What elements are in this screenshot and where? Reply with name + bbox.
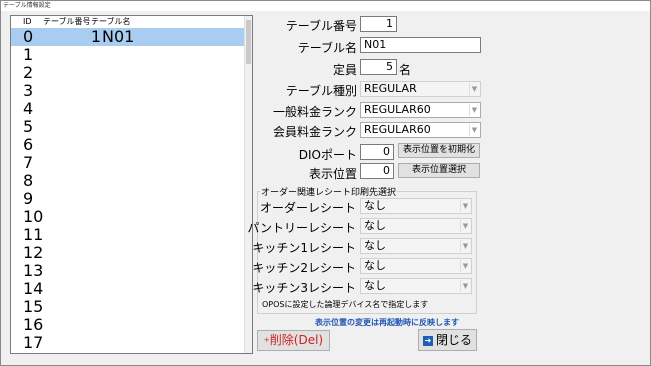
capacity-input[interactable]: 5 bbox=[360, 59, 397, 75]
row-id: 1 bbox=[23, 45, 34, 64]
row-id: 12 bbox=[23, 243, 44, 262]
receipt-printer-value: なし bbox=[364, 279, 386, 292]
select-position-button[interactable]: 表示位置選択 bbox=[398, 163, 480, 178]
chevron-down-icon: ▼ bbox=[460, 260, 470, 272]
table-type-label: テーブル種別 bbox=[285, 84, 357, 98]
table-row[interactable]: 9 bbox=[11, 190, 244, 208]
row-id: 5 bbox=[23, 117, 34, 136]
row-id: 6 bbox=[23, 135, 34, 154]
row-name: N01 bbox=[102, 27, 135, 46]
list-scrollbar[interactable] bbox=[244, 16, 252, 353]
table-row[interactable]: 7 bbox=[11, 154, 244, 172]
row-id: 4 bbox=[23, 99, 34, 118]
row-id: 11 bbox=[23, 225, 44, 244]
table-name-input[interactable]: N01 bbox=[360, 37, 481, 53]
receipt-printer-select[interactable]: なし ▼ bbox=[360, 218, 472, 234]
scrollbar-thumb[interactable] bbox=[246, 20, 251, 64]
header-number: テーブル番号 bbox=[43, 17, 91, 26]
delete-button[interactable]: +削除(Del) bbox=[257, 330, 330, 351]
receipt-printer-value: なし bbox=[364, 259, 386, 272]
receipt-printer-select[interactable]: なし ▼ bbox=[360, 258, 472, 274]
table-row[interactable]: 3 bbox=[11, 82, 244, 100]
row-id: 14 bbox=[23, 279, 44, 298]
display-position-input[interactable]: 0 bbox=[360, 163, 394, 179]
receipt-label: キッチン2レシート bbox=[252, 261, 356, 275]
chevron-down-icon: ▼ bbox=[469, 104, 479, 116]
receipt-label: オーダーレシート bbox=[259, 201, 356, 215]
receipt-label: キッチン1レシート bbox=[252, 241, 356, 255]
table-row[interactable]: 6 bbox=[11, 136, 244, 154]
row-id: 15 bbox=[23, 297, 44, 316]
receipt-printer-value: なし bbox=[364, 199, 386, 212]
table-row[interactable]: 16 bbox=[11, 316, 244, 334]
display-position-label: 表示位置 bbox=[308, 167, 357, 181]
row-id: 9 bbox=[23, 189, 34, 208]
chevron-down-icon: ▼ bbox=[460, 280, 470, 292]
opos-note: OPOSに設定した論理デバイス名で指定します bbox=[262, 300, 429, 309]
receipt-printer-value: なし bbox=[364, 219, 386, 232]
table-row[interactable]: 14 bbox=[11, 280, 244, 298]
table-row[interactable]: 1 bbox=[11, 46, 244, 64]
list-rows: 0 1 N01 1 2 3 4 5 6 7 8 9 10 11 12 13 14 15 16 17 bbox=[11, 28, 244, 352]
receipt-label: パントリーレシート bbox=[247, 221, 356, 235]
table-row[interactable]: 4 bbox=[11, 100, 244, 118]
delete-label: 削除(Del) bbox=[269, 333, 324, 347]
row-number: 1 bbox=[90, 27, 101, 46]
general-rank-value: REGULAR60 bbox=[364, 103, 431, 116]
row-id: 17 bbox=[23, 333, 44, 352]
dio-port-label: DIOポート bbox=[298, 148, 357, 162]
row-id: 2 bbox=[23, 63, 34, 82]
table-row[interactable]: 17 bbox=[11, 334, 244, 352]
table-name-label: テーブル名 bbox=[297, 41, 357, 55]
table-row[interactable]: 10 bbox=[11, 208, 244, 226]
chevron-down-icon: ▼ bbox=[460, 200, 470, 212]
table-number-input[interactable]: 1 bbox=[360, 16, 397, 32]
chevron-down-icon: ▼ bbox=[469, 124, 479, 136]
table-number-label: テーブル番号 bbox=[285, 19, 357, 33]
member-rank-label: 会員料金ランク bbox=[272, 125, 357, 139]
close-label: 閉じる bbox=[435, 333, 472, 347]
dio-port-input[interactable]: 0 bbox=[360, 144, 394, 160]
table-type-value: REGULAR bbox=[364, 82, 417, 95]
exit-icon: ➜ bbox=[422, 335, 433, 346]
receipt-label: キッチン3レシート bbox=[252, 281, 356, 295]
general-rank-select[interactable]: REGULAR60 ▼ bbox=[360, 102, 481, 118]
capacity-label: 定員 bbox=[332, 63, 357, 77]
row-id: 0 bbox=[23, 27, 34, 46]
table-row[interactable]: 13 bbox=[11, 262, 244, 280]
table-settings-window: テーブル情報設定 ID テーブル番号 テーブル名 0 1 N01 1 2 3 4 5 6 7 8 9 1… bbox=[0, 0, 651, 366]
row-id: 8 bbox=[23, 171, 34, 190]
chevron-down-icon: ▼ bbox=[469, 83, 479, 95]
capacity-unit: 名 bbox=[399, 63, 412, 77]
restart-notice: 表示位置の変更は再起動時に反映します bbox=[315, 318, 459, 327]
reset-position-button[interactable]: 表示位置を初期化 bbox=[398, 143, 480, 158]
table-row[interactable]: 15 bbox=[11, 298, 244, 316]
receipt-printer-select[interactable]: なし ▼ bbox=[360, 238, 472, 254]
receipt-printer-value: なし bbox=[364, 239, 386, 252]
chevron-down-icon: ▼ bbox=[460, 220, 470, 232]
table-row[interactable]: 0 1 N01 bbox=[11, 28, 244, 46]
row-id: 10 bbox=[23, 207, 44, 226]
table-row[interactable]: 2 bbox=[11, 64, 244, 82]
row-id: 7 bbox=[23, 153, 34, 172]
chevron-down-icon: ▼ bbox=[460, 240, 470, 252]
member-rank-value: REGULAR60 bbox=[364, 123, 431, 136]
table-row[interactable]: 12 bbox=[11, 244, 244, 262]
table-type-select[interactable]: REGULAR ▼ bbox=[360, 81, 481, 97]
close-button[interactable]: ➜ 閉じる bbox=[418, 329, 477, 351]
table-list[interactable]: ID テーブル番号 テーブル名 0 1 N01 1 2 3 4 5 6 7 8 9 10 11 12 13 14… bbox=[10, 15, 253, 354]
table-row[interactable]: 11 bbox=[11, 226, 244, 244]
receipt-printer-select[interactable]: なし ▼ bbox=[360, 278, 472, 294]
general-rank-label: 一般料金ランク bbox=[272, 105, 357, 119]
table-row[interactable]: 5 bbox=[11, 118, 244, 136]
window-title: テーブル情報設定 bbox=[1, 1, 650, 11]
receipt-group-title: オーダー関連レシート印刷先選択 bbox=[260, 185, 398, 198]
row-id: 13 bbox=[23, 261, 44, 280]
receipt-printer-select[interactable]: なし ▼ bbox=[360, 198, 472, 214]
row-id: 3 bbox=[23, 81, 34, 100]
table-row[interactable]: 8 bbox=[11, 172, 244, 190]
row-id: 16 bbox=[23, 315, 44, 334]
member-rank-select[interactable]: REGULAR60 ▼ bbox=[360, 122, 481, 138]
